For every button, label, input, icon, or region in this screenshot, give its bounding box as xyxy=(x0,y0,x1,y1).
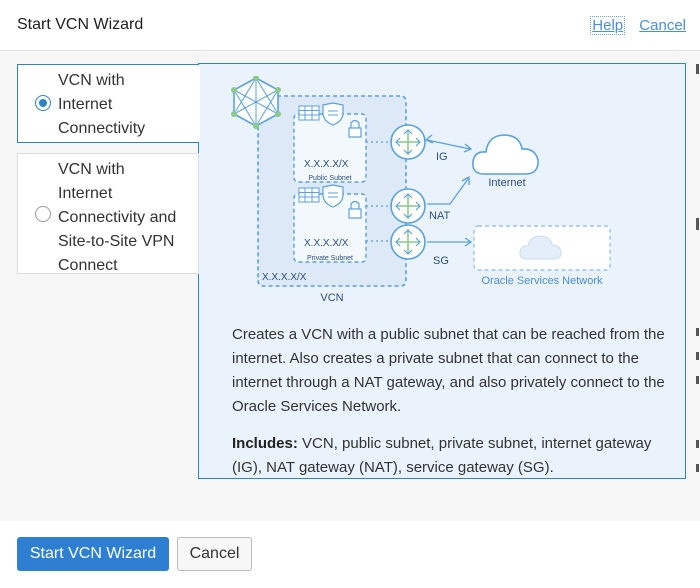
edge-artifacts xyxy=(696,60,700,520)
option-label: VCN with Internet Connectivity and Site-… xyxy=(58,161,177,274)
internet-cloud-icon xyxy=(472,134,539,175)
cancel-link[interactable]: Cancel xyxy=(639,17,686,34)
cancel-button[interactable]: Cancel xyxy=(177,537,252,571)
public-table-icon xyxy=(298,105,320,121)
private-cidr: X.X.X.X/X xyxy=(304,238,349,249)
start-vcn-wizard-button[interactable]: Start VCN Wizard xyxy=(17,537,169,571)
private-subnet-label: Private Subnet xyxy=(307,255,353,262)
header-links: Help Cancel xyxy=(580,16,686,35)
option-internet-and-vpn[interactable]: VCN with Internet Connectivity and Site-… xyxy=(17,153,199,274)
radio-unselected[interactable] xyxy=(35,206,51,222)
public-subnet-label: Public Subnet xyxy=(308,175,351,182)
ig-label: IG xyxy=(436,151,448,163)
nat-label: NAT xyxy=(429,210,450,222)
vcn-architecture-diagram: X.X.X.X/X Public Subnet X.X.X.X/X Privat… xyxy=(231,76,611,304)
radio-selected[interactable] xyxy=(35,95,51,111)
option-description: Creates a VCN with a public subnet that … xyxy=(232,326,665,415)
internet-gateway-icon xyxy=(390,124,426,160)
help-link[interactable]: Help xyxy=(590,16,626,35)
internet-label: Internet xyxy=(488,177,525,189)
public-cidr: X.X.X.X/X xyxy=(304,159,349,170)
dialog-header: Start VCN Wizard Help Cancel xyxy=(0,0,700,51)
nat-gateway-icon xyxy=(390,188,426,224)
includes-text: Includes: VCN, public subnet, private su… xyxy=(232,432,672,480)
vcn-cidr: X.X.X.X/X xyxy=(262,272,307,283)
dialog-title: Start VCN Wizard xyxy=(17,16,144,33)
includes-label: Includes: xyxy=(232,435,298,452)
sg-label: SG xyxy=(433,255,449,267)
private-table-icon xyxy=(298,187,320,203)
option-label: VCN with Internet Connectivity xyxy=(58,72,146,137)
osn-label: Oracle Services Network xyxy=(481,275,603,287)
option-internet-connectivity[interactable]: VCN with Internet Connectivity xyxy=(17,64,199,143)
service-gateway-icon xyxy=(390,224,426,260)
vcn-label: VCN xyxy=(320,292,343,304)
